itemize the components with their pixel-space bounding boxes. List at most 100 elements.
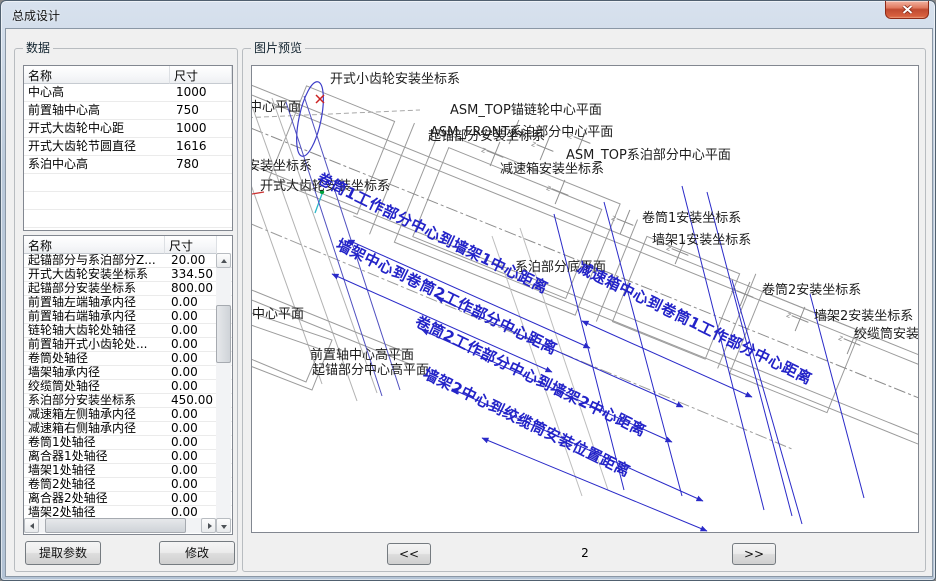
svg-text:z: z	[610, 213, 617, 223]
table-row[interactable]: 前置轴开式小齿轮处...0.00	[24, 338, 232, 352]
detail-table-vscrollbar[interactable]	[216, 253, 231, 533]
drawing-annotation: 机组中心平面	[252, 307, 304, 322]
column-header[interactable]: 尺寸	[165, 236, 217, 254]
drawing-annotation: 起锚部分安装坐标系	[428, 129, 545, 144]
drawing-annotation: 卷筒2安装坐标系	[762, 282, 861, 298]
hscroll-thumb[interactable]	[45, 518, 186, 533]
table-header: 名称尺寸	[24, 66, 232, 84]
data-group-label: 数据	[23, 41, 53, 55]
close-icon	[902, 5, 913, 14]
detail-table-hscrollbar[interactable]	[24, 518, 216, 533]
scroll-up-button[interactable]	[216, 253, 231, 268]
table-row[interactable]: 墙架1处轴径0.00	[24, 464, 232, 478]
drawing-annotation: 轮安装坐标系	[252, 159, 312, 174]
table-row[interactable]: 系泊部分安装坐标系450.00	[24, 394, 232, 408]
next-page-button[interactable]: >>	[732, 543, 776, 565]
table-row[interactable]: 离合器2处轴径0.00	[24, 492, 232, 506]
table-header: 名称尺寸	[24, 236, 232, 254]
drawing-annotation: 起锚部分中心高平面	[312, 362, 429, 378]
table-row[interactable]: 前置轴中心高750	[24, 102, 232, 120]
scroll-down-button[interactable]	[216, 518, 231, 533]
table-row[interactable]: 系泊中心高780	[24, 156, 232, 174]
table-row[interactable]: 卷筒处轴径0.00	[24, 352, 232, 366]
table-row[interactable]: 绞缆筒处轴径0.00	[24, 380, 232, 394]
dialog-client-area: 数据 名称尺寸中心高1000前置轴中心高750开式大齿轮中心距1000开式大齿轮…	[5, 28, 933, 577]
arrow-down-icon	[221, 525, 227, 529]
column-header[interactable]: 名称	[24, 236, 165, 254]
cell-value: 0.00	[165, 296, 217, 309]
vscroll-thumb[interactable]	[216, 305, 231, 363]
table-row[interactable]: 开式大齿轮安装坐标系334.50	[24, 268, 232, 282]
prev-page-button[interactable]: <<	[387, 543, 431, 565]
parameters-table-main[interactable]: 名称尺寸中心高1000前置轴中心高750开式大齿轮中心距1000开式大齿轮节圆直…	[23, 65, 233, 231]
data-groupbox: 数据 名称尺寸中心高1000前置轴中心高750开式大齿轮中心距1000开式大齿轮…	[14, 48, 238, 572]
table-row[interactable]	[24, 210, 232, 228]
table-row[interactable]	[24, 174, 232, 192]
cell-name: 系泊中心高	[24, 156, 170, 173]
arrow-right-icon	[208, 523, 212, 529]
titlebar[interactable]: 总成设计	[1, 1, 935, 28]
drawing-annotation: 卷筒1安装坐标系	[642, 210, 741, 226]
cell-name: 前置轴右端轴承内径	[24, 310, 165, 323]
table-row[interactable]: 中心高1000	[24, 84, 232, 102]
cell-name: 墙架轴承内径	[24, 366, 165, 379]
cell-value: 334.50	[165, 268, 217, 281]
cell-name: 开式大齿轮安装坐标系	[24, 268, 165, 281]
table-row[interactable]	[24, 192, 232, 210]
table-row[interactable]: 减速箱左侧轴承内径0.00	[24, 408, 232, 422]
cell-name: 开式大齿轮节圆直径	[24, 138, 170, 155]
cell-name: 墙架1处轴径	[24, 464, 165, 477]
cell-value: 0.00	[165, 478, 217, 491]
cell-value: 20.00	[165, 254, 217, 267]
table-row[interactable]: 链轮轴大齿轮处轴径0.00	[24, 324, 232, 338]
cell-value: 0.00	[165, 436, 217, 449]
drawing-annotation: 开式小齿轮安装坐标系	[330, 72, 460, 87]
extract-parameters-button[interactable]: 提取参数	[25, 541, 101, 565]
cell-value	[170, 174, 232, 191]
drawing-annotation: 减速箱安装坐标系	[500, 161, 604, 177]
coordinate-axis-icon: z	[782, 302, 813, 335]
table-row[interactable]: 前置轴左端轴承内径0.00	[24, 296, 232, 310]
table-row[interactable]	[24, 228, 232, 231]
table-row[interactable]: 卷筒1处轴径0.00	[24, 436, 232, 450]
cell-value	[170, 228, 232, 231]
drawing-annotation: 墙架2安装坐标系	[814, 309, 913, 324]
cell-value: 0.00	[165, 366, 217, 379]
cell-value: 0.00	[165, 310, 217, 323]
cell-name	[24, 228, 170, 231]
table-row[interactable]: 减速箱右侧轴承内径0.00	[24, 422, 232, 436]
arrow-left-icon	[30, 523, 34, 529]
cell-value: 750	[170, 102, 232, 119]
cell-name	[24, 174, 170, 191]
cell-value: 0.00	[165, 408, 217, 421]
table-row[interactable]: 开式大齿轮中心距1000	[24, 120, 232, 138]
table-row[interactable]: 起锚部分与系泊部分Z...20.00	[24, 254, 232, 268]
drawing-annotation: 前置轴中心高平面	[310, 347, 414, 363]
scroll-right-button[interactable]	[201, 518, 216, 533]
dimension-annotation: 减速箱中心到卷筒1工作部分中心距离	[574, 258, 815, 388]
cell-value: 0.00	[165, 422, 217, 435]
parameters-table-detail[interactable]: 名称尺寸起锚部分与系泊部分Z...20.00开式大齿轮安装坐标系334.50起锚…	[23, 235, 233, 535]
cell-value: 1616	[170, 138, 232, 155]
close-button[interactable]	[885, 1, 929, 19]
modify-button[interactable]: 修改	[159, 541, 235, 565]
scroll-left-button[interactable]	[24, 518, 39, 533]
cell-name: 前置轴中心高	[24, 102, 170, 119]
table-row[interactable]: 起锚部分安装坐标系800.00	[24, 282, 232, 296]
cell-value: 0.00	[165, 450, 217, 463]
cell-name: 起锚部分与系泊部分Z...	[24, 254, 165, 267]
table-row[interactable]: 开式大齿轮节圆直径1616	[24, 138, 232, 156]
table-row[interactable]: 卷筒2处轴径0.00	[24, 478, 232, 492]
cell-value: 1000	[170, 120, 232, 137]
cell-name: 绞缆筒处轴径	[24, 380, 165, 393]
table-row[interactable]: 墙架轴承内径0.00	[24, 366, 232, 380]
svg-text:z: z	[837, 333, 844, 343]
svg-text:z: z	[785, 310, 792, 320]
cell-name: 中心高	[24, 84, 170, 101]
drawing-annotation: ASM_TOP锚链轮中心平面	[450, 103, 602, 118]
table-row[interactable]: 离合器1处轴径0.00	[24, 450, 232, 464]
column-header[interactable]: 名称	[24, 66, 170, 84]
cell-name: 前置轴左端轴承内径	[24, 296, 165, 309]
table-row[interactable]: 前置轴右端轴承内径0.00	[24, 310, 232, 324]
column-header[interactable]: 尺寸	[170, 66, 232, 84]
